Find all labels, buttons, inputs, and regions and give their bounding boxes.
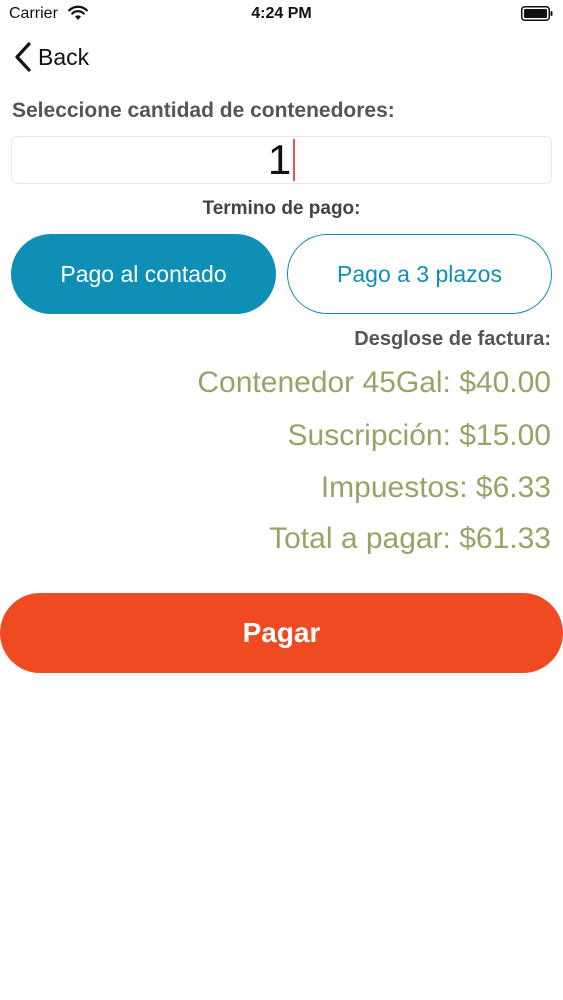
invoice-line-container: Contenedor 45Gal: $40.00 bbox=[197, 366, 551, 399]
quantity-value: 1 bbox=[267, 136, 292, 183]
pay-installments-button[interactable]: Pago a 3 plazos bbox=[287, 234, 552, 314]
back-button[interactable]: Back bbox=[14, 40, 89, 74]
back-label: Back bbox=[38, 43, 90, 70]
status-time: 4:24 PM bbox=[251, 5, 312, 22]
status-bar: Carrier 4:24 PM bbox=[0, 0, 563, 30]
pay-cash-button[interactable]: Pago al contado bbox=[11, 234, 276, 314]
payment-term-label: Termino de pago: bbox=[202, 198, 361, 219]
invoice-line-subscription: Suscripción: $15.00 bbox=[287, 419, 552, 452]
chevron-left-icon bbox=[15, 42, 31, 72]
text-caret bbox=[293, 139, 296, 181]
pay-button[interactable]: Pagar bbox=[0, 593, 563, 673]
invoice-breakdown-title: Desglose de factura: bbox=[354, 328, 551, 350]
quantity-label: Seleccione cantidad de contenedores: bbox=[12, 99, 395, 122]
screen: Carrier 4:24 PM Back Seleccione cantidad… bbox=[0, 0, 563, 1000]
battery-icon bbox=[521, 6, 553, 21]
quantity-input[interactable]: 1 bbox=[11, 136, 552, 184]
invoice-line-taxes: Impuestos: $6.33 bbox=[320, 471, 551, 504]
invoice-line-total: Total a pagar: $61.33 bbox=[269, 522, 551, 555]
